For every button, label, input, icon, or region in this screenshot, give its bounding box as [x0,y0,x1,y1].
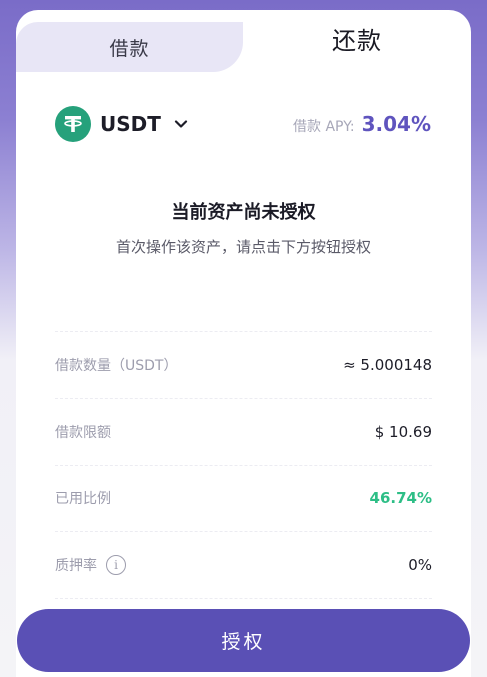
detail-value: 46.74% [369,489,432,507]
detail-value: $ 10.69 [374,423,432,441]
detail-label: 借款数量（USDT） [55,358,178,374]
detail-row-collateral-rate: 质押率 i 0% [55,553,432,577]
authorization-title: 当前资产尚未授权 [171,202,316,223]
divider [55,465,432,466]
asset-selector[interactable]: USDT [55,106,189,142]
detail-row-borrow-amount: 借款数量（USDT） ≈ 5.000148 [55,353,432,377]
divider [55,398,432,399]
detail-label: 质押率 [55,558,97,574]
apy-label: 借款 APY: [293,119,355,135]
divider [55,531,432,532]
tab-borrow[interactable]: 借款 [16,22,243,72]
apy-value: 3.04% [361,112,431,136]
detail-label-with-info: 质押率 i [55,555,126,575]
detail-label: 借款限额 [55,425,111,441]
detail-row-used-ratio: 已用比例 46.74% [55,486,432,510]
asset-name: USDT [100,112,161,136]
detail-row-borrow-limit: 借款限额 $ 10.69 [55,420,432,444]
detail-value: 0% [408,556,432,574]
divider [55,331,432,332]
detail-value: ≈ 5.000148 [343,356,432,374]
borrow-apy: 借款 APY: 3.04% [293,112,431,136]
info-icon[interactable]: i [106,555,126,575]
tab-repay[interactable]: 还款 [243,10,471,72]
detail-label: 已用比例 [55,491,111,507]
divider [55,598,432,599]
authorize-button[interactable]: 授权 [17,609,470,672]
tether-icon [55,106,91,142]
authorization-subtitle: 首次操作该资产，请点击下方按钮授权 [115,238,371,256]
chevron-down-icon[interactable] [173,116,189,132]
